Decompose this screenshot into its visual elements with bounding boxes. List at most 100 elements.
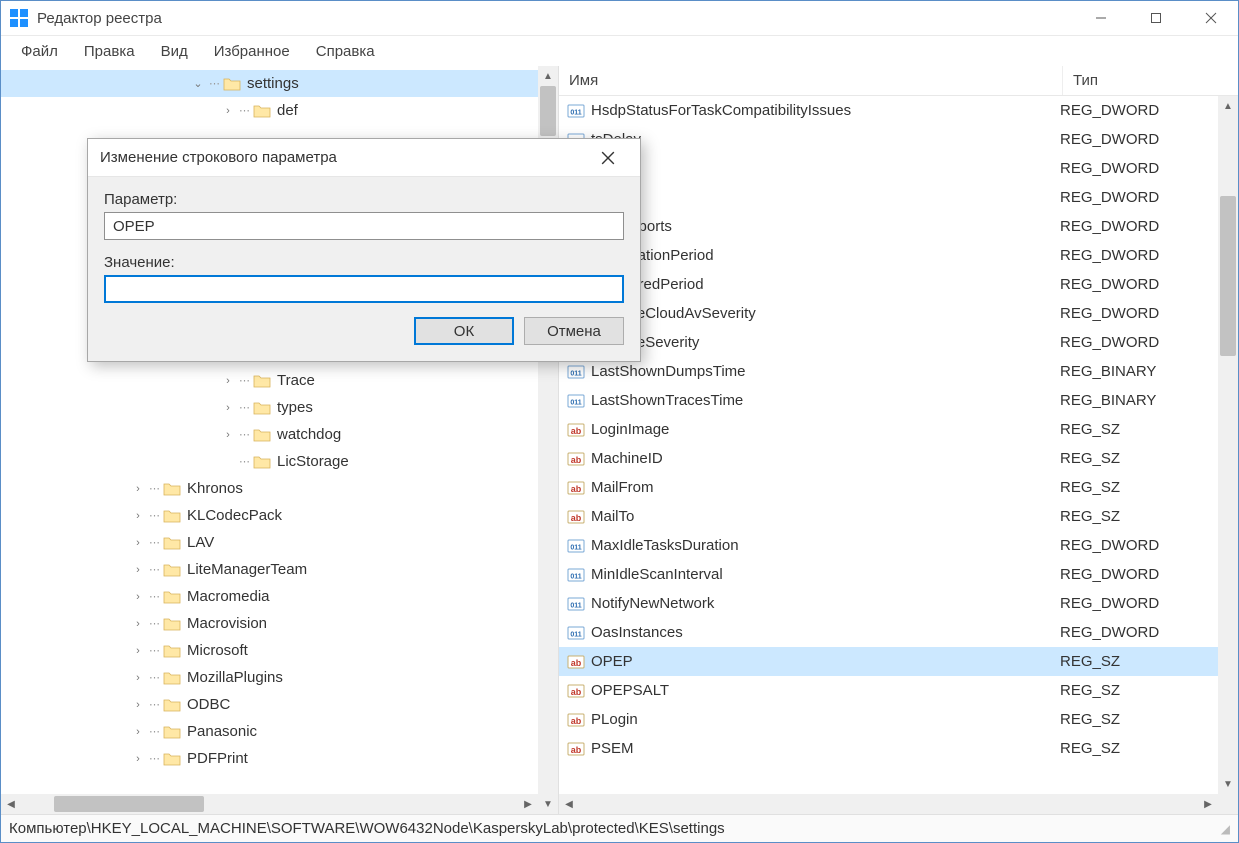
folder-icon: [223, 76, 241, 91]
menu-file[interactable]: Файл: [9, 39, 70, 64]
tree-item[interactable]: ›⋯Macrovision: [1, 610, 558, 637]
scroll-left-icon[interactable]: ◀: [1, 794, 21, 814]
chevron-right-icon[interactable]: ›: [131, 591, 145, 603]
chevron-right-icon[interactable]: ›: [131, 564, 145, 576]
svg-text:011: 011: [570, 399, 581, 406]
menu-favorites[interactable]: Избранное: [202, 39, 302, 64]
registry-value-row[interactable]: 011tsDelayREG_DWORD: [559, 125, 1218, 154]
value-type: REG_SZ: [1056, 711, 1218, 728]
registry-value-row[interactable]: 011LastShownTracesTimeREG_BINARY: [559, 386, 1218, 415]
maximize-button[interactable]: [1128, 1, 1183, 35]
minimize-button[interactable]: [1073, 1, 1128, 35]
scroll-up-icon[interactable]: ▲: [538, 66, 558, 86]
edit-string-dialog: Изменение строкового параметра Параметр:…: [87, 138, 641, 362]
chevron-right-icon[interactable]: ›: [221, 402, 235, 414]
resize-grip-icon[interactable]: ◢: [1221, 822, 1230, 836]
tree-item[interactable]: ⌄⋯settings: [1, 70, 558, 97]
scroll-thumb[interactable]: [540, 86, 556, 136]
chevron-right-icon[interactable]: ›: [131, 483, 145, 495]
registry-value-row[interactable]: abPLoginREG_SZ: [559, 705, 1218, 734]
chevron-right-icon[interactable]: ›: [131, 645, 145, 657]
scroll-down-icon[interactable]: ▼: [1218, 774, 1238, 794]
tree-item[interactable]: ›⋯Panasonic: [1, 718, 558, 745]
tree-item[interactable]: ›⋯KLCodecPack: [1, 502, 558, 529]
tree-horizontal-scrollbar[interactable]: ◀ ▶: [1, 794, 538, 814]
registry-value-row[interactable]: abPSEMREG_SZ: [559, 734, 1218, 763]
tree-item[interactable]: ›⋯Khronos: [1, 475, 558, 502]
tree-item[interactable]: ›⋯Microsoft: [1, 637, 558, 664]
regedit-icon: [9, 8, 29, 28]
dialog-titlebar: Изменение строкового параметра: [88, 139, 640, 177]
scroll-thumb[interactable]: [1220, 196, 1236, 356]
binary-value-icon: 011: [567, 363, 585, 381]
chevron-right-icon[interactable]: ›: [131, 537, 145, 549]
scroll-right-icon[interactable]: ▶: [1198, 794, 1218, 814]
chevron-down-icon[interactable]: ⌄: [191, 77, 205, 90]
tree-item[interactable]: ›⋯Trace: [1, 367, 558, 394]
list-body[interactable]: 011HsdpStatusForTaskCompatibilityIssuesR…: [559, 96, 1218, 794]
menu-help[interactable]: Справка: [304, 39, 387, 64]
registry-value-row[interactable]: 011NotifyNewNetworkREG_DWORD: [559, 589, 1218, 618]
registry-value-row[interactable]: abMachineIDREG_SZ: [559, 444, 1218, 473]
chevron-right-icon[interactable]: ›: [221, 375, 235, 387]
list-horizontal-scrollbar[interactable]: ◀ ▶: [559, 794, 1218, 814]
chevron-right-icon[interactable]: ›: [131, 726, 145, 738]
tree-item[interactable]: ›⋯types: [1, 394, 558, 421]
registry-value-row[interactable]: 011MinIdleScanIntervalREG_DWORD: [559, 560, 1218, 589]
scroll-thumb[interactable]: [54, 796, 204, 812]
column-name-header[interactable]: Имя: [559, 66, 1063, 95]
dialog-close-button[interactable]: [588, 139, 628, 176]
scroll-left-icon[interactable]: ◀: [559, 794, 579, 814]
scroll-right-icon[interactable]: ▶: [518, 794, 538, 814]
registry-value-row[interactable]: 011allREG_DWORD: [559, 154, 1218, 183]
chevron-right-icon[interactable]: ›: [131, 699, 145, 711]
column-type-header[interactable]: Тип: [1063, 66, 1238, 95]
registry-value-row[interactable]: abOPEPREG_SZ: [559, 647, 1218, 676]
tree-item[interactable]: ›⋯def: [1, 97, 558, 124]
chevron-right-icon[interactable]: ›: [131, 510, 145, 522]
registry-value-row[interactable]: 011utExpirationPeriodREG_DWORD: [559, 241, 1218, 270]
registry-value-row[interactable]: 011OasInstancesREG_DWORD: [559, 618, 1218, 647]
list-vertical-scrollbar[interactable]: ▲ ▼: [1218, 96, 1238, 794]
registry-value-row[interactable]: abOPEPSALTREG_SZ: [559, 676, 1218, 705]
chevron-right-icon[interactable]: ›: [131, 753, 145, 765]
tree-item[interactable]: ›⋯PDFPrint: [1, 745, 558, 772]
tree-item[interactable]: ›⋯LAV: [1, 529, 558, 556]
registry-value-row[interactable]: abLoginImageREG_SZ: [559, 415, 1218, 444]
tree-item[interactable]: ⋯LicStorage: [1, 448, 558, 475]
param-field[interactable]: [104, 212, 624, 240]
chevron-right-icon[interactable]: ›: [131, 618, 145, 630]
registry-value-row[interactable]: 011centReportsREG_DWORD: [559, 212, 1218, 241]
tree-item[interactable]: ›⋯MozillaPlugins: [1, 664, 558, 691]
status-path: Компьютер\HKEY_LOCAL_MACHINE\SOFTWARE\WO…: [9, 820, 725, 837]
ok-button[interactable]: ОК: [414, 317, 514, 345]
tree-item-label: settings: [247, 75, 299, 92]
scroll-corner: [1218, 794, 1238, 814]
menu-view[interactable]: Вид: [149, 39, 200, 64]
registry-value-row[interactable]: 011cessibleCloudAvSeverityREG_DWORD: [559, 299, 1218, 328]
registry-value-row[interactable]: abMailToREG_SZ: [559, 502, 1218, 531]
tree-item[interactable]: ›⋯LiteManagerTeam: [1, 556, 558, 583]
registry-value-row[interactable]: 011HsdpStatusForTaskCompatibilityIssuesR…: [559, 96, 1218, 125]
chevron-right-icon[interactable]: ›: [131, 672, 145, 684]
tree-item[interactable]: ›⋯ODBC: [1, 691, 558, 718]
close-button[interactable]: [1183, 1, 1238, 35]
registry-value-row[interactable]: 011MaxIdleTasksDurationREG_DWORD: [559, 531, 1218, 560]
chevron-right-icon[interactable]: ›: [221, 105, 235, 117]
tree-item[interactable]: ›⋯Macromedia: [1, 583, 558, 610]
folder-icon: [253, 454, 271, 469]
tree-item[interactable]: ›⋯watchdog: [1, 421, 558, 448]
registry-value-row[interactable]: 011iveREG_DWORD: [559, 183, 1218, 212]
registry-value-row[interactable]: 011BeExpiredPeriodREG_DWORD: [559, 270, 1218, 299]
registry-value-row[interactable]: 011cessibleSeverityREG_DWORD: [559, 328, 1218, 357]
chevron-right-icon[interactable]: ›: [221, 429, 235, 441]
value-field[interactable]: [104, 275, 624, 303]
menu-edit[interactable]: Правка: [72, 39, 147, 64]
cancel-button[interactable]: Отмена: [524, 317, 624, 345]
folder-icon: [163, 535, 181, 550]
scroll-up-icon[interactable]: ▲: [1218, 96, 1238, 116]
scroll-down-icon[interactable]: ▼: [538, 794, 558, 814]
registry-value-row[interactable]: abMailFromREG_SZ: [559, 473, 1218, 502]
registry-value-row[interactable]: 011LastShownDumpsTimeREG_BINARY: [559, 357, 1218, 386]
value-name: MaxIdleTasksDuration: [591, 537, 1056, 554]
